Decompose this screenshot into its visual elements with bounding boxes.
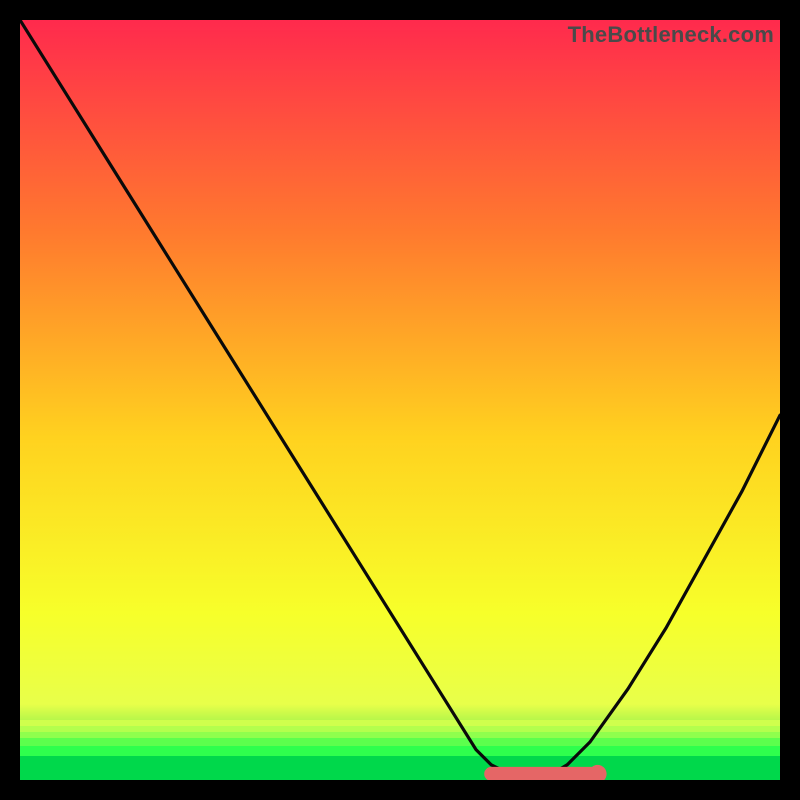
green-band-stripes (20, 720, 780, 780)
bottleneck-chart (20, 20, 780, 780)
chart-frame: TheBottleneck.com (20, 20, 780, 780)
watermark-text: TheBottleneck.com (568, 22, 774, 48)
gradient-background (20, 20, 780, 780)
